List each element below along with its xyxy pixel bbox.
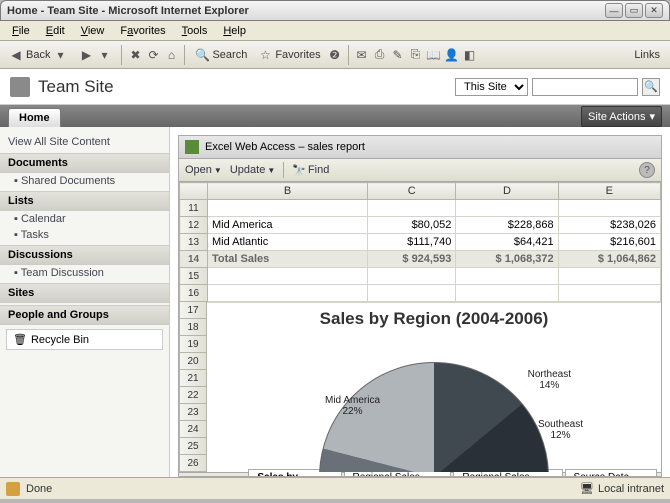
back-icon: ◀ <box>8 47 24 63</box>
page-icon <box>6 482 20 496</box>
menu-file[interactable]: File <box>4 23 38 39</box>
nav-calendar[interactable]: ▪ Calendar <box>0 211 169 227</box>
search-button[interactable]: 🔍Search <box>190 45 251 65</box>
col-d[interactable]: D <box>456 183 558 200</box>
extra-icon[interactable]: ◧ <box>462 47 478 63</box>
find-button[interactable]: 🔭Find <box>292 164 329 177</box>
links-label[interactable]: Links <box>628 49 666 61</box>
nav-header-lists[interactable]: Lists <box>0 191 169 211</box>
nav-shared-documents[interactable]: ▪ Shared Documents <box>0 173 169 189</box>
recycle-bin[interactable]: 🗑Recycle Bin <box>6 329 163 350</box>
nav-header-documents[interactable]: Documents <box>0 153 169 173</box>
sheet-tab-bar: ⏮ ◀ ▶ ⏭ Sales by Region Regional Sales P… <box>179 472 661 477</box>
webpart-title: Excel Web Access – sales report <box>205 141 365 153</box>
forward-button[interactable]: ▶▾ <box>74 45 116 65</box>
site-name: Team Site <box>38 77 447 97</box>
close-button[interactable]: ✕ <box>645 3 663 18</box>
spreadsheet-grid[interactable]: B C D E 11 12Mid America$80,052$228,868$… <box>179 182 661 302</box>
pie-chart <box>319 362 549 472</box>
search-go-button[interactable]: 🔍 <box>642 78 660 96</box>
menu-edit[interactable]: Edit <box>38 23 73 39</box>
menu-view[interactable]: View <box>73 23 113 39</box>
minimize-button[interactable]: — <box>605 3 623 18</box>
update-menu[interactable]: Update▼ <box>230 164 275 176</box>
window-title: Home - Team Site - Microsoft Internet Ex… <box>7 5 605 17</box>
search-input[interactable] <box>532 78 638 96</box>
nav-header-people[interactable]: People and Groups <box>0 305 169 325</box>
row-16[interactable]: 16 <box>180 285 661 302</box>
excel-icon <box>185 140 199 154</box>
star-icon: ☆ <box>257 47 273 63</box>
help-button[interactable]: ? <box>639 162 655 178</box>
binoculars-icon: 🔭 <box>292 164 306 177</box>
favorites-button[interactable]: ☆Favorites <box>253 45 324 65</box>
nav-tasks[interactable]: ▪ Tasks <box>0 227 169 243</box>
maximize-button[interactable]: ▭ <box>625 3 643 18</box>
menu-help[interactable]: Help <box>215 23 254 39</box>
status-bar: Done 🖥 Local intranet <box>0 477 670 499</box>
embedded-chart: Sales by Region (2004-2006) Northeast14%… <box>207 302 661 472</box>
back-button[interactable]: ◀Back▾ <box>4 45 72 65</box>
intranet-icon: 🖥 <box>580 482 594 495</box>
print-icon[interactable]: ⎙ <box>372 47 388 63</box>
research-icon[interactable]: 📖 <box>426 47 442 63</box>
search-scope[interactable]: This Site <box>455 78 528 96</box>
pie-label-northeast: Northeast14% <box>528 369 571 391</box>
magnifier-icon: 🔍 <box>644 80 658 93</box>
row-15[interactable]: 15 <box>180 268 661 285</box>
stop-icon[interactable]: ✖ <box>127 47 143 63</box>
edit-icon[interactable]: ✎ <box>390 47 406 63</box>
row-headers: 17181920212223242526 <box>179 302 207 472</box>
row-12[interactable]: 12Mid America$80,052$228,868$238,026 <box>180 217 661 234</box>
view-all-content[interactable]: View All Site Content <box>0 133 169 151</box>
site-logo-icon <box>10 77 30 97</box>
menu-tools[interactable]: Tools <box>174 23 216 39</box>
recycle-icon: 🗑 <box>13 333 27 346</box>
mail-icon[interactable]: ✉ <box>354 47 370 63</box>
chevron-down-icon: ▾ <box>649 110 655 123</box>
col-b[interactable]: B <box>208 183 368 200</box>
nav-team-discussion[interactable]: ▪ Team Discussion <box>0 265 169 281</box>
ewa-toolbar: Open▼ Update▼ 🔭Find ? <box>178 159 662 182</box>
nav-header-sites[interactable]: Sites <box>0 283 169 303</box>
security-zone: 🖥 Local intranet <box>580 482 664 495</box>
discuss-icon[interactable]: ⎘ <box>408 47 424 63</box>
ie-toolbar: ◀Back▾ ▶▾ ✖ ⟳ ⌂ 🔍Search ☆Favorites ❷ ✉ ⎙… <box>0 41 670 69</box>
menu-favorites[interactable]: Favorites <box>112 23 173 39</box>
col-c[interactable]: C <box>368 183 456 200</box>
forward-icon: ▶ <box>78 47 94 63</box>
home-icon[interactable]: ⌂ <box>163 47 179 63</box>
open-menu[interactable]: Open▼ <box>185 164 222 176</box>
row-13[interactable]: 13Mid Atlantic$111,740$64,421$216,601 <box>180 234 661 251</box>
col-e[interactable]: E <box>558 183 660 200</box>
tab-home[interactable]: Home <box>8 108 61 127</box>
status-text: Done <box>26 483 52 495</box>
nav-header-discussions[interactable]: Discussions <box>0 245 169 265</box>
site-actions-button[interactable]: Site Actions▾ <box>581 106 662 127</box>
row-11[interactable]: 11 <box>180 200 661 217</box>
history-icon[interactable]: ❷ <box>327 47 343 63</box>
quick-launch: View All Site Content Documents ▪ Shared… <box>0 127 170 477</box>
pie-label-midamerica: Mid America22% <box>325 395 380 417</box>
chart-title: Sales by Region (2004-2006) <box>207 303 661 335</box>
row-total[interactable]: 14Total Sales$ 924,593$ 1,068,372$ 1,064… <box>180 251 661 268</box>
webpart-title-bar: Excel Web Access – sales report <box>178 135 662 159</box>
messenger-icon[interactable]: 👤 <box>444 47 460 63</box>
menu-bar: File Edit View Favorites Tools Help <box>0 21 670 41</box>
search-icon: 🔍 <box>194 47 210 63</box>
refresh-icon[interactable]: ⟳ <box>145 47 161 63</box>
pie-label-southeast: Southeast12% <box>538 419 583 441</box>
